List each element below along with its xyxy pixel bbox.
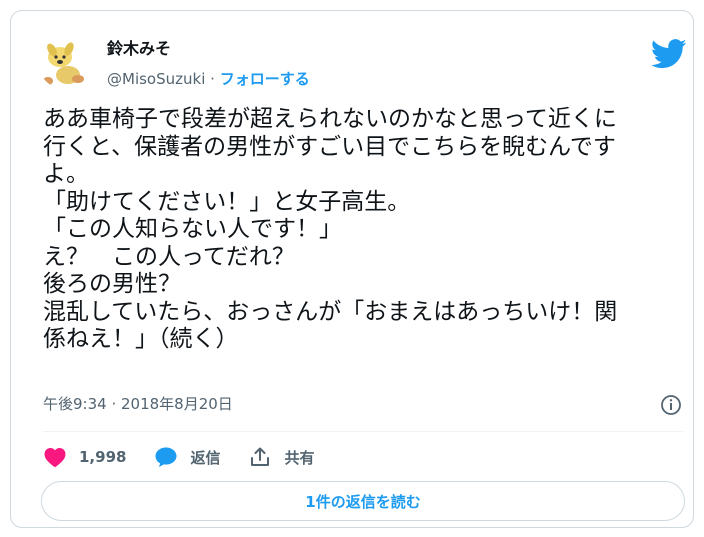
action-bar: 1,998 返信 共有 (43, 444, 342, 470)
info-icon-svg (661, 395, 681, 415)
speech-bubble-icon (155, 447, 177, 467)
like-button[interactable]: 1,998 (43, 446, 126, 468)
twitter-bird-icon-svg (651, 39, 687, 69)
share-upload-icon (251, 447, 270, 466)
reply-button[interactable]: 返信 (154, 446, 220, 468)
tweet-line: ああ車椅子で段差が超えられないのかなと思って近くに (43, 106, 617, 132)
author-display-name[interactable]: 鈴木みそ (107, 39, 171, 59)
divider (43, 431, 683, 432)
tweet-line: え？ この人ってだれ？ (43, 243, 295, 270)
avatar-dog-illustration-icon (38, 35, 92, 89)
tweet-line: 「この人知らない人です！」 (43, 216, 342, 242)
follow-button[interactable]: フォローする (220, 70, 310, 88)
author-handle[interactable]: @MisoSuzuki (107, 70, 205, 88)
tweet-line: よ。 (43, 161, 89, 187)
tweet-card: 鈴木みそ @MisoSuzuki · フォローする ああ車椅子で段差が超えられな… (10, 10, 694, 528)
read-replies-button[interactable]: 1件の返信を読む (41, 481, 685, 521)
info-icon[interactable] (659, 393, 683, 417)
tweet-line: 後ろの男性？ (43, 271, 181, 297)
tweet-line: 行くと、保護者の男性がすごい目でこちらを睨むんです (43, 133, 616, 160)
twitter-bird-icon[interactable] (651, 39, 687, 69)
tweet-timestamp[interactable]: 午後9:34 · 2018年8月20日 (43, 394, 233, 414)
separator-dot: · (210, 70, 215, 88)
reply-label: 返信 (190, 448, 221, 467)
share-label: 共有 (284, 448, 315, 467)
tweet-line: 係ねえ！」（続く） (43, 326, 239, 352)
heart-icon (44, 448, 66, 468)
avatar[interactable] (38, 35, 92, 89)
share-button[interactable]: 共有 (248, 446, 314, 468)
tweet-line: 「助けてください！」と女子高生。 (43, 188, 411, 215)
tweet-text: ああ車椅子で段差が超えられないのかなと思って近くに 行くと、保護者の男性がすごい… (43, 106, 693, 354)
like-count: 1,998 (79, 448, 127, 466)
author-handle-row: @MisoSuzuki · フォローする (107, 69, 310, 89)
tweet-line: 混乱していたら、おっさんが「おまえはあっちいけ！関 (43, 298, 618, 325)
